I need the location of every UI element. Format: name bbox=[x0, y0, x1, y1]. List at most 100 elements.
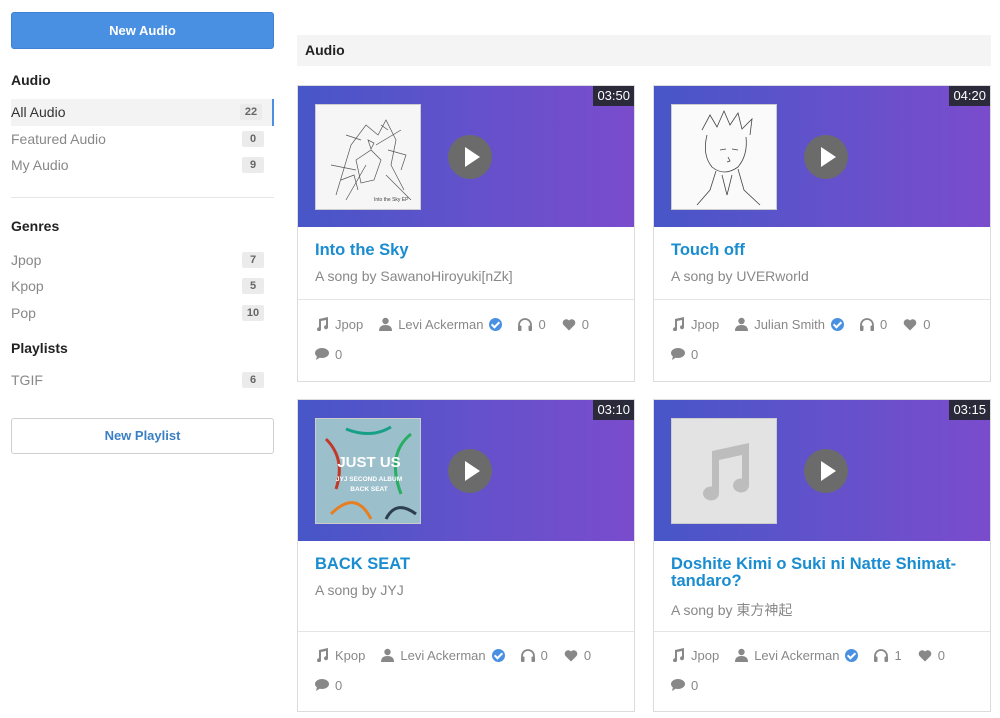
likes-meta[interactable]: 0 bbox=[562, 317, 589, 332]
count-badge: 5 bbox=[242, 278, 264, 294]
heart-icon bbox=[562, 318, 576, 330]
audio-heading: Audio bbox=[11, 72, 51, 88]
duration-badge: 04:20 bbox=[949, 86, 990, 106]
sidebar-item-featured-audio[interactable]: Featured Audio 0 bbox=[11, 126, 274, 153]
play-button[interactable] bbox=[448, 449, 492, 493]
likes-meta[interactable]: 0 bbox=[918, 648, 945, 663]
count-badge: 10 bbox=[242, 304, 264, 321]
likes-count: 0 bbox=[923, 316, 931, 332]
author-meta[interactable]: Julian Smith bbox=[735, 317, 845, 332]
sidebar-item-all-audio[interactable]: All Audio 22 bbox=[11, 99, 274, 126]
sidebar-item-jpop[interactable]: Jpop 7 bbox=[11, 247, 274, 274]
duration-badge: 03:15 bbox=[949, 400, 990, 420]
play-button[interactable] bbox=[804, 135, 848, 179]
song-title-link[interactable]: Doshite Kimi o Suki ni Natte Shimat-tand… bbox=[671, 556, 973, 590]
album-caption: Into the Sky EP bbox=[374, 197, 409, 203]
album-art[interactable]: JUST US JYJ SECOND ALBUM BACK SEAT bbox=[315, 418, 421, 524]
song-subtitle: A song by UVERworld bbox=[671, 268, 809, 284]
verified-check-icon bbox=[831, 317, 845, 331]
sidebar-item-pop[interactable]: Pop 10 bbox=[11, 300, 274, 327]
card-footer: Kpop Levi Ackerman 0 0 0 bbox=[298, 631, 634, 711]
song-title-link[interactable]: BACK SEAT bbox=[315, 556, 617, 573]
album-art[interactable]: Into the Sky EP bbox=[315, 104, 421, 210]
comment-icon bbox=[671, 679, 685, 691]
cover-title: JUST US bbox=[337, 454, 400, 471]
genre-label: Jpop bbox=[335, 316, 364, 332]
likes-meta[interactable]: 0 bbox=[564, 648, 591, 663]
heart-icon bbox=[918, 649, 932, 661]
heart-icon bbox=[903, 318, 917, 330]
count-badge: 22 bbox=[240, 104, 262, 120]
play-button[interactable] bbox=[804, 449, 848, 493]
sidebar: New Audio Audio All Audio 22 Featured Au… bbox=[11, 12, 274, 454]
listens-count: 0 bbox=[540, 647, 548, 663]
section-title: Audio bbox=[297, 35, 991, 66]
song-subtitle: A song by 東方神起 bbox=[671, 602, 793, 618]
audio-card: JUST US JYJ SECOND ALBUM BACK SEAT 03:10… bbox=[297, 399, 635, 712]
new-audio-button[interactable]: New Audio bbox=[11, 12, 274, 49]
genres-nav: Jpop 7 Kpop 5 Pop 10 bbox=[11, 247, 274, 327]
genre-label: Jpop bbox=[691, 647, 720, 663]
music-note-icon bbox=[317, 648, 329, 662]
sidebar-item-label: All Audio bbox=[11, 104, 66, 120]
audio-card: 04:20 Touch off A song by UVERworld Jpop… bbox=[653, 85, 991, 382]
author-meta[interactable]: Levi Ackerman bbox=[735, 647, 859, 663]
comments-meta[interactable]: 0 bbox=[671, 347, 698, 362]
audio-card: Into the Sky EP 03:50 Into the Sky A son… bbox=[297, 85, 635, 382]
listens-meta: 1 bbox=[874, 648, 902, 663]
album-art[interactable] bbox=[671, 104, 777, 210]
sidebar-item-label: Kpop bbox=[11, 278, 44, 294]
divider bbox=[11, 196, 274, 198]
music-note-icon bbox=[673, 648, 685, 662]
likes-count: 0 bbox=[583, 647, 592, 663]
verified-check-icon bbox=[845, 648, 859, 662]
listens-count: 0 bbox=[538, 316, 546, 332]
comments-count: 0 bbox=[335, 346, 343, 362]
headphones-icon bbox=[860, 317, 875, 331]
card-footer: Jpop Julian Smith 0 0 0 bbox=[654, 299, 990, 381]
card-banner: Into the Sky EP 03:50 bbox=[298, 86, 634, 227]
author-name: Levi Ackerman bbox=[398, 316, 484, 332]
duration-badge: 03:50 bbox=[593, 86, 634, 106]
headphones-icon bbox=[874, 648, 889, 662]
comments-meta[interactable]: 0 bbox=[315, 347, 342, 362]
playlists-nav: TGIF 6 bbox=[11, 367, 274, 394]
sidebar-item-tgif[interactable]: TGIF 6 bbox=[11, 367, 274, 394]
new-playlist-button[interactable]: New Playlist bbox=[11, 417, 274, 454]
count-badge: 0 bbox=[242, 130, 264, 147]
author-name: Levi Ackerman bbox=[754, 647, 840, 663]
play-button[interactable] bbox=[448, 135, 492, 179]
duration-badge: 03:10 bbox=[593, 400, 634, 420]
listens-count: 0 bbox=[880, 316, 888, 332]
author-meta[interactable]: Levi Ackerman bbox=[379, 316, 503, 332]
genre-meta[interactable]: Jpop bbox=[671, 648, 719, 663]
comments-meta[interactable]: 0 bbox=[315, 678, 342, 693]
genre-meta[interactable]: Jpop bbox=[671, 317, 719, 332]
listens-meta: 0 bbox=[520, 647, 548, 663]
song-title-link[interactable]: Into the Sky bbox=[315, 242, 617, 259]
likes-meta[interactable]: 0 bbox=[903, 317, 930, 332]
music-note-icon bbox=[317, 317, 329, 331]
sidebar-item-kpop[interactable]: Kpop 5 bbox=[11, 273, 274, 300]
author-meta[interactable]: Levi Ackerman bbox=[381, 647, 505, 663]
genre-meta[interactable]: Jpop bbox=[315, 317, 363, 332]
genre-meta[interactable]: Kpop bbox=[315, 648, 365, 663]
user-icon bbox=[381, 648, 395, 662]
card-footer: Jpop Levi Ackerman 0 0 0 bbox=[298, 299, 634, 381]
headphones-icon bbox=[518, 317, 533, 331]
card-banner: 03:15 bbox=[654, 400, 990, 541]
comment-icon bbox=[315, 348, 329, 360]
sidebar-item-label: TGIF bbox=[11, 372, 43, 388]
count-badge: 6 bbox=[242, 372, 264, 388]
album-art[interactable] bbox=[671, 418, 777, 524]
audio-card: 03:15 Doshite Kimi o Suki ni Natte Shima… bbox=[653, 399, 991, 712]
sidebar-item-my-audio[interactable]: My Audio 9 bbox=[11, 152, 274, 179]
song-title-link[interactable]: Touch off bbox=[671, 242, 973, 259]
user-icon bbox=[379, 317, 393, 331]
card-footer: Jpop Levi Ackerman 1 0 0 bbox=[654, 631, 990, 711]
music-note-placeholder-icon bbox=[703, 443, 750, 501]
comments-meta[interactable]: 0 bbox=[671, 678, 698, 693]
comment-icon bbox=[315, 679, 329, 691]
sidebar-item-label: Pop bbox=[11, 304, 36, 321]
author-name: Levi Ackerman bbox=[400, 647, 486, 663]
